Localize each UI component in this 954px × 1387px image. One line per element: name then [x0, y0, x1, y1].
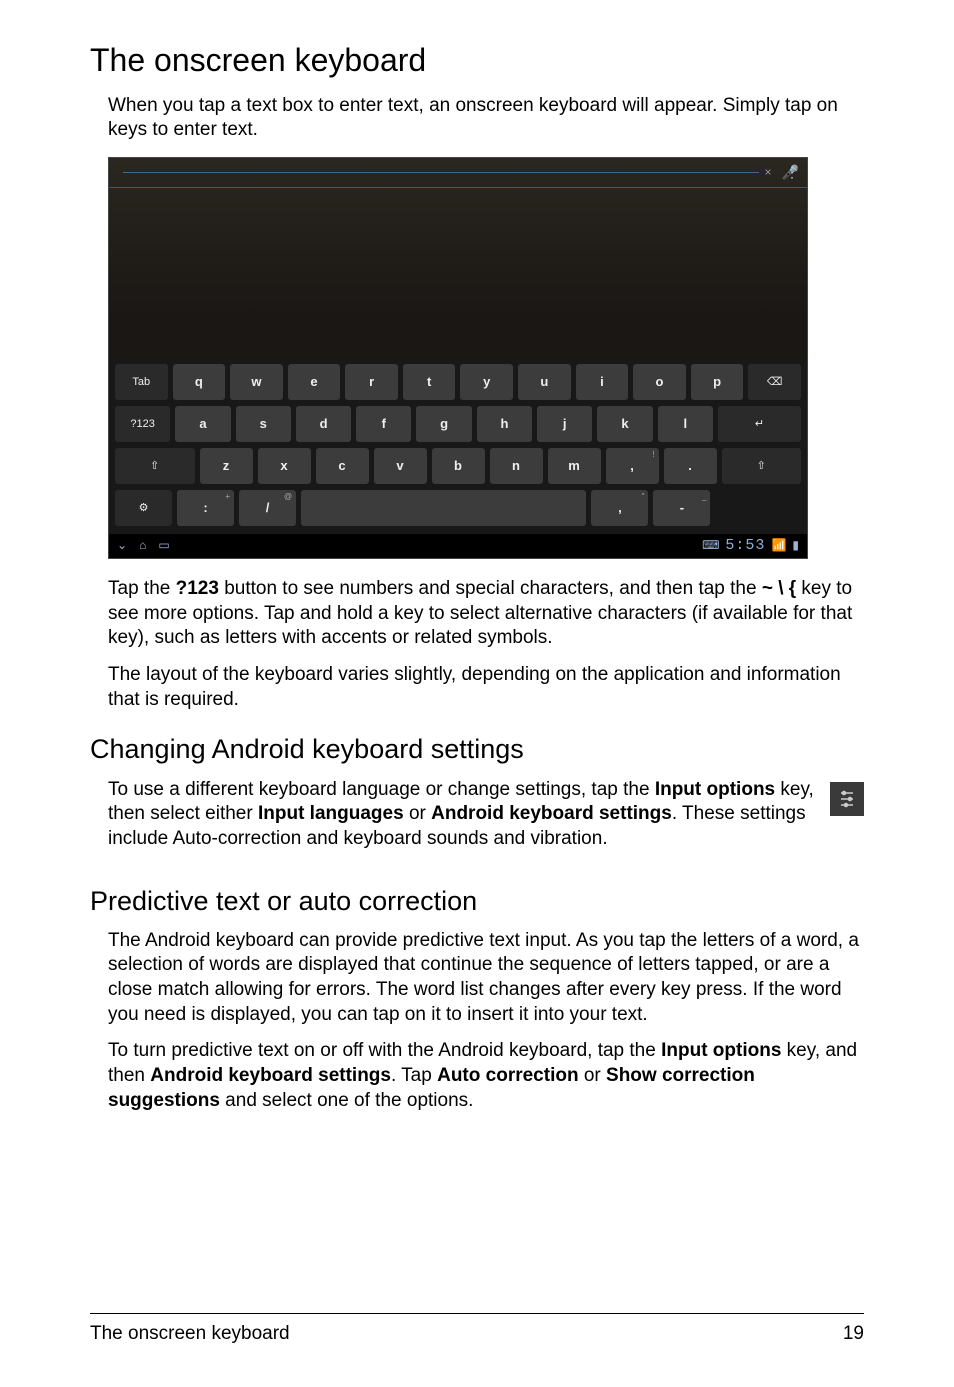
- settings-paragraph: To use a different keyboard language or …: [108, 778, 820, 852]
- back-icon[interactable]: ⌄: [117, 538, 127, 554]
- key-r[interactable]: r: [345, 364, 398, 400]
- key-u[interactable]: u: [518, 364, 571, 400]
- key-slash[interactable]: /@: [239, 490, 296, 526]
- settings-icon: ⚙: [139, 501, 149, 515]
- key-comma2[interactable]: ,": [591, 490, 648, 526]
- key-c[interactable]: c: [316, 448, 369, 484]
- enter-key[interactable]: ↵: [718, 406, 801, 442]
- key-period[interactable]: .: [664, 448, 717, 484]
- symbols-key[interactable]: ?123: [115, 406, 170, 442]
- key-v[interactable]: v: [374, 448, 427, 484]
- battery-icon: ▮: [792, 538, 799, 554]
- key-a[interactable]: a: [175, 406, 230, 442]
- page-title: The onscreen keyboard: [90, 40, 864, 82]
- key-f[interactable]: f: [356, 406, 411, 442]
- key-j[interactable]: j: [537, 406, 592, 442]
- key-m[interactable]: m: [548, 448, 601, 484]
- layout-note-paragraph: The layout of the keyboard varies slight…: [108, 663, 864, 712]
- heading-settings: Changing Android keyboard settings: [90, 732, 864, 767]
- symbols-paragraph: Tap the ?123 button to see numbers and s…: [108, 577, 864, 651]
- shift-key-right[interactable]: ⇧: [722, 448, 802, 484]
- home-icon[interactable]: ⌂: [139, 538, 146, 554]
- clock: 5:53: [725, 536, 765, 556]
- spacebar-key[interactable]: [301, 490, 586, 526]
- key-e[interactable]: e: [288, 364, 341, 400]
- key-dash[interactable]: -_: [653, 490, 710, 526]
- blank-key: [715, 490, 801, 526]
- key-d[interactable]: d: [296, 406, 351, 442]
- keyboard-indicator-icon[interactable]: ⌨: [702, 538, 719, 554]
- key-q[interactable]: q: [173, 364, 226, 400]
- heading-predictive: Predictive text or auto correction: [90, 884, 864, 919]
- key-y[interactable]: y: [460, 364, 513, 400]
- predictive-paragraph: The Android keyboard can provide predict…: [108, 929, 864, 1028]
- key-s[interactable]: s: [236, 406, 291, 442]
- key-n[interactable]: n: [490, 448, 543, 484]
- shift-icon: ⇧: [150, 459, 159, 473]
- system-bar: ⌄ ⌂ ▭ ⌨ 5:53 📶 ▮: [109, 534, 807, 558]
- input-options-icon: [830, 782, 864, 816]
- overflow-menu-icon[interactable]: ⋮: [785, 163, 799, 181]
- key-comma[interactable]: ,!: [606, 448, 659, 484]
- recent-apps-icon[interactable]: ▭: [158, 538, 169, 554]
- key-h[interactable]: h: [477, 406, 532, 442]
- key-b[interactable]: b: [432, 448, 485, 484]
- key-t[interactable]: t: [403, 364, 456, 400]
- shift-icon: ⇧: [757, 459, 766, 473]
- search-bar[interactable]: × 🎤 ⋮: [109, 158, 807, 188]
- key-k[interactable]: k: [597, 406, 652, 442]
- predictive-toggle-paragraph: To turn predictive text on or off with t…: [108, 1039, 864, 1113]
- enter-icon: ↵: [755, 417, 764, 431]
- page-footer: The onscreen keyboard 19: [90, 1313, 864, 1347]
- backspace-key[interactable]: ⌫: [748, 364, 801, 400]
- key-colon[interactable]: :+: [177, 490, 234, 526]
- page-number: 19: [843, 1322, 864, 1347]
- key-x[interactable]: x: [258, 448, 311, 484]
- key-p[interactable]: p: [691, 364, 744, 400]
- sliders-icon: [838, 790, 856, 808]
- input-options-key[interactable]: ⚙: [115, 490, 172, 526]
- clear-icon[interactable]: ×: [765, 165, 772, 181]
- wifi-icon: 📶: [771, 538, 786, 554]
- shift-key-left[interactable]: ⇧: [115, 448, 195, 484]
- key-z[interactable]: z: [200, 448, 253, 484]
- footer-title: The onscreen keyboard: [90, 1322, 290, 1347]
- onscreen-keyboard[interactable]: Tab q w e r t y u i o p ⌫ ?123 a s d f g…: [109, 358, 807, 534]
- keyboard-screenshot: × 🎤 ⋮ Tab q w e r t y u i o p ⌫ ?123 a s…: [108, 157, 808, 559]
- backspace-icon: ⌫: [767, 375, 783, 389]
- key-o[interactable]: o: [633, 364, 686, 400]
- key-i[interactable]: i: [576, 364, 629, 400]
- intro-paragraph: When you tap a text box to enter text, a…: [108, 94, 864, 143]
- key-l[interactable]: l: [658, 406, 713, 442]
- key-w[interactable]: w: [230, 364, 283, 400]
- tab-key[interactable]: Tab: [115, 364, 168, 400]
- key-g[interactable]: g: [416, 406, 471, 442]
